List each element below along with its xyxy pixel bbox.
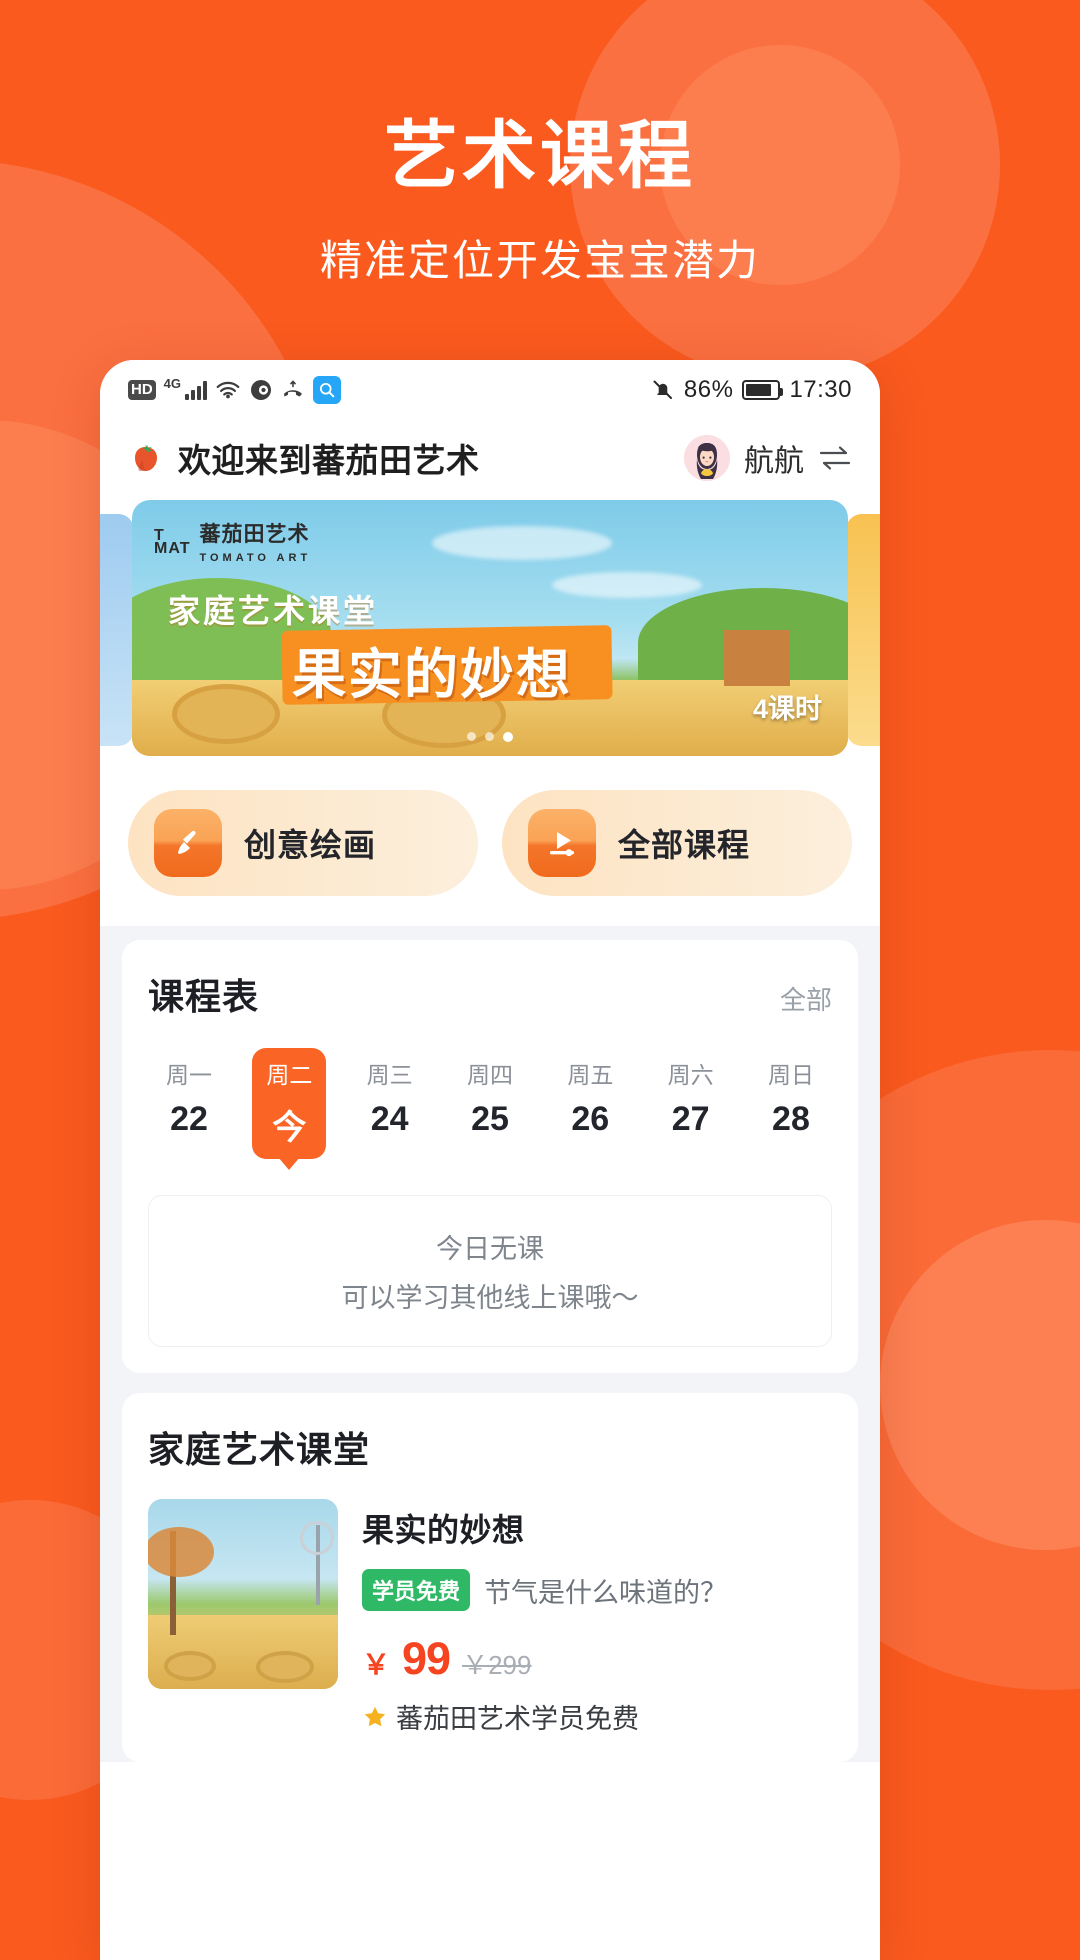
quick-entry-label: 全部课程	[618, 827, 751, 863]
battery-percent-label: 86%	[683, 376, 734, 403]
price-current: 99	[402, 1633, 451, 1684]
day-weekday: 周五	[567, 1062, 614, 1088]
banner-title: 果实的妙想	[292, 645, 572, 705]
cloud-decor	[432, 526, 612, 560]
day-number: 今	[272, 1109, 307, 1147]
phone-mockup: HD 4G 86% 17:30 欢迎来到蕃茄田艺术 航航 T MAT 蕃茄田艺术…	[100, 360, 880, 1960]
thumb-tree-crown	[148, 1527, 214, 1577]
page-title: 欢迎来到蕃茄田艺术	[178, 442, 480, 479]
hero-subtitle: 精准定位开发宝宝潜力	[319, 237, 760, 285]
course-tagline: 学员免费 节气是什么味道的？	[362, 1569, 832, 1611]
status-bar: HD 4G 86% 17:30	[100, 360, 880, 420]
empty-state-line2: 可以学习其他线上课哦～	[341, 1283, 639, 1313]
logo-en-label: TOMATO ART	[199, 552, 312, 564]
switch-account-icon[interactable]	[818, 445, 852, 471]
logo-mark: T MAT	[154, 527, 191, 557]
carousel-dots[interactable]	[132, 732, 848, 742]
day-cell-wed[interactable]: 周三 24	[353, 1048, 427, 1159]
carousel-dot[interactable]	[467, 732, 476, 741]
logo-cn-label: 蕃茄田艺术	[199, 523, 310, 546]
day-number: 26	[571, 1100, 610, 1138]
day-number: 25	[471, 1100, 509, 1138]
family-class-card: 家庭艺术课堂 果实的妙想 学员免费 节气是什么味道的？ ￥ 99 ￥299 蕃茄…	[122, 1393, 858, 1762]
quick-entry-label: 创意绘画	[244, 827, 377, 863]
day-number: 27	[671, 1100, 710, 1138]
list-item[interactable]: 果实的妙想 学员免费 节气是什么味道的？ ￥ 99 ￥299 蕃茄田艺术学员免费	[148, 1499, 832, 1736]
quick-entry-creative-drawing[interactable]: 创意绘画	[128, 790, 478, 896]
price-currency: ￥	[362, 1649, 391, 1680]
day-cell-sun[interactable]: 周日 28	[754, 1048, 828, 1159]
schedule-empty-state: 今日无课 可以学习其他线上课哦～	[148, 1195, 832, 1347]
page-body: 课程表 全部 周一 22 周二 今 周三 24 周四 25 周五 26 周六 2…	[100, 926, 880, 1762]
quick-entry-row: 创意绘画 全部课程	[100, 762, 880, 926]
hd-icon: HD	[128, 380, 156, 400]
cloud-decor	[552, 572, 702, 598]
wifi-icon	[215, 380, 241, 401]
course-description: 节气是什么味道的？	[484, 1577, 728, 1608]
day-weekday: 周日	[767, 1062, 814, 1088]
day-weekday: 周三	[366, 1062, 413, 1088]
banner-next-peek[interactable]	[846, 514, 880, 746]
hero-title: 艺术课程	[384, 114, 696, 197]
user-name: 航航	[744, 445, 804, 478]
schedule-more-link[interactable]: 全部	[780, 980, 832, 1017]
account-switcher[interactable]: 航航	[684, 435, 852, 481]
network-type-label: 4G	[163, 375, 182, 391]
course-name: 果实的妙想	[362, 1512, 525, 1548]
banner-subtitle: 家庭艺术课堂	[168, 593, 379, 629]
day-weekday: 周二	[266, 1062, 313, 1088]
bell-off-icon	[651, 378, 675, 402]
clock-label: 17:30	[789, 376, 852, 403]
search-icon[interactable]	[313, 376, 342, 404]
tomato-icon	[126, 438, 166, 478]
star-icon	[362, 1704, 388, 1730]
week-strip: 周一 22 周二 今 周三 24 周四 25 周五 26 周六 27 周日 28	[148, 1048, 832, 1159]
member-note-row: 蕃茄田艺术学员免费	[362, 1697, 832, 1736]
day-cell-tue-selected[interactable]: 周二 今	[252, 1048, 327, 1159]
schedule-card: 课程表 全部 周一 22 周二 今 周三 24 周四 25 周五 26 周六 2…	[122, 940, 858, 1373]
app-header: 欢迎来到蕃茄田艺术 航航	[100, 420, 880, 496]
schedule-title: 课程表	[148, 976, 260, 1017]
day-weekday: 周六	[667, 1062, 714, 1088]
day-cell-sat[interactable]: 周六 27	[654, 1048, 728, 1159]
battery-icon	[742, 380, 784, 400]
day-number: 22	[170, 1100, 208, 1138]
banner-slide[interactable]: T MAT 蕃茄田艺术 TOMATO ART 家庭艺术课堂 果实的妙想 4课时	[132, 500, 848, 756]
status-badge: 学员免费	[362, 1569, 471, 1611]
thumb-haybale	[256, 1651, 314, 1683]
missed-call-icon	[281, 378, 305, 402]
signal-bars-icon	[185, 380, 208, 400]
banner-lesson-count: 4课时	[752, 694, 822, 724]
day-cell-fri[interactable]: 周五 26	[553, 1048, 627, 1159]
family-class-header: 家庭艺术课堂	[148, 1421, 832, 1473]
hero-section: 艺术课程 精准定位开发宝宝潜力	[0, 0, 1080, 288]
empty-state-line1: 今日无课	[436, 1234, 544, 1264]
day-number: 24	[370, 1100, 409, 1138]
day-cell-mon[interactable]: 周一 22	[152, 1048, 226, 1159]
member-note: 蕃茄田艺术学员免费	[396, 1704, 639, 1734]
eye-icon	[249, 378, 273, 402]
price-row: ￥ 99 ￥299	[362, 1633, 832, 1685]
family-class-title: 家庭艺术课堂	[148, 1429, 371, 1470]
barn-decor	[724, 630, 790, 686]
paintbrush-icon	[154, 809, 222, 877]
schedule-header: 课程表 全部	[148, 968, 832, 1020]
price-original: ￥299	[462, 1650, 532, 1680]
quick-entry-all-courses[interactable]: 全部课程	[502, 790, 852, 896]
carousel-dot[interactable]	[485, 732, 494, 741]
day-weekday: 周四	[466, 1062, 513, 1088]
banner-prev-peek[interactable]	[100, 514, 134, 746]
thumb-windmill-blades	[300, 1521, 334, 1555]
video-play-icon	[528, 809, 596, 877]
thumb-haybale	[164, 1651, 216, 1681]
carousel-dot-active[interactable]	[503, 732, 513, 742]
day-number: 28	[772, 1100, 810, 1138]
brand-logo: T MAT 蕃茄田艺术 TOMATO ART	[154, 518, 311, 566]
day-weekday: 周一	[166, 1062, 212, 1088]
course-thumbnail[interactable]	[148, 1499, 338, 1689]
course-info: 果实的妙想 学员免费 节气是什么味道的？ ￥ 99 ￥299 蕃茄田艺术学员免费	[362, 1499, 832, 1736]
banner-carousel[interactable]: T MAT 蕃茄田艺术 TOMATO ART 家庭艺术课堂 果实的妙想 4课时	[100, 500, 880, 762]
avatar[interactable]	[684, 435, 730, 481]
day-cell-thu[interactable]: 周四 25	[453, 1048, 527, 1159]
